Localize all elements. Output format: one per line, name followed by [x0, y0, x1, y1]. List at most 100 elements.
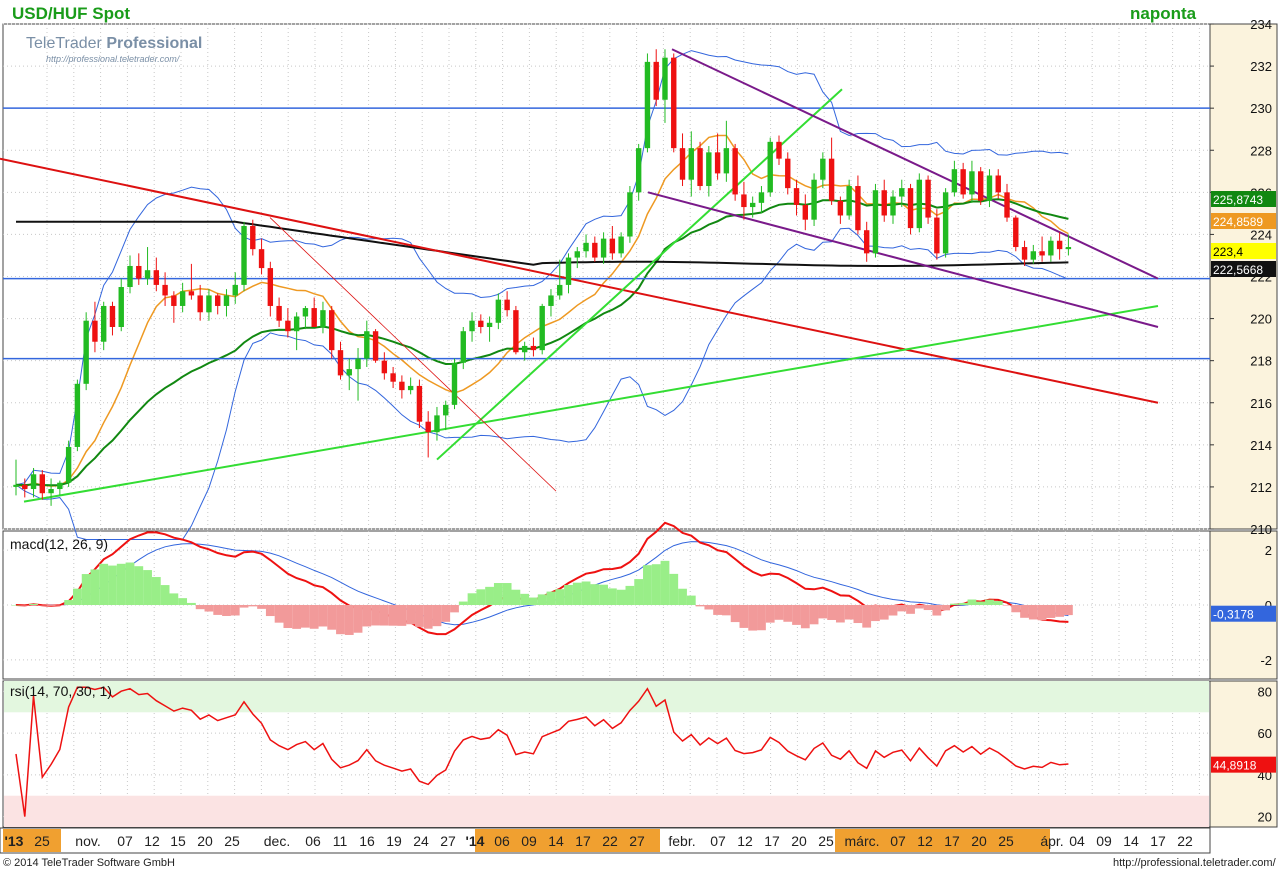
macd-hist-bar [397, 605, 407, 626]
candle-body [592, 242, 598, 258]
macd-value-label: -0,3178 [1213, 608, 1254, 622]
macd-hist-bar [949, 603, 959, 605]
macd-hist-bar [248, 605, 258, 607]
x-tick-label: 17 [764, 833, 780, 849]
macd-hist-bar [11, 605, 21, 606]
x-tick-label: 17 [944, 833, 960, 849]
macd-hist-bar [529, 597, 538, 605]
rsi-overbought-zone [4, 681, 1209, 713]
x-tick-label: 06 [305, 833, 321, 849]
candle-body [407, 385, 414, 391]
candle-body [136, 265, 142, 279]
candle-body [153, 270, 160, 285]
candle-body [732, 148, 738, 195]
candle-body [723, 148, 730, 174]
candle-body [179, 291, 186, 306]
macd-hist-bar [783, 605, 793, 622]
x-tick-label: '14 [466, 833, 485, 849]
candle-body [644, 61, 651, 149]
macd-hist-bar [151, 577, 161, 605]
macd-hist-bar [914, 605, 924, 609]
candle-body [776, 141, 782, 159]
candle-body [171, 295, 177, 306]
candle-body [749, 202, 756, 208]
price-tick-label: 224 [1250, 227, 1272, 242]
x-tick-label: 12 [917, 833, 933, 849]
macd-hist-bar [941, 605, 951, 611]
timeframe-label[interactable]: naponta [1130, 4, 1197, 23]
macd-hist-bar [897, 605, 907, 612]
candle-body [627, 192, 633, 237]
candle-body [293, 316, 300, 332]
macd-hist-bar [46, 605, 56, 606]
macd-hist-bar [143, 570, 152, 605]
candle-body [101, 305, 107, 342]
macd-hist-bar [809, 605, 819, 625]
price-label-sma-mid: 225,8743 [1213, 193, 1263, 207]
candle-body [346, 369, 352, 376]
candle-body [30, 474, 37, 490]
candle-body [758, 192, 765, 203]
macd-hist-bar [1064, 605, 1073, 616]
macd-hist-bar [169, 593, 179, 605]
macd-hist-bar [327, 605, 337, 630]
macd-hist-bar [1002, 605, 1012, 606]
macd-hist-bar [187, 602, 196, 605]
price-tick-label: 214 [1250, 438, 1272, 453]
candle-body [855, 186, 861, 231]
x-tick-label: 09 [1096, 833, 1112, 849]
macd-hist-bar [388, 605, 398, 626]
candle-body [872, 190, 879, 254]
candle-body [1056, 240, 1063, 250]
y-axis-strip-2 [1209, 680, 1278, 828]
rsi-tick-label: 20 [1258, 810, 1272, 825]
macd-hist-bar [669, 573, 679, 605]
macd-hist-bar [774, 605, 784, 620]
macd-hist-bar [379, 605, 389, 626]
candle-body [811, 179, 817, 220]
macd-hist-bar [116, 563, 126, 605]
x-tick-label: 12 [144, 833, 160, 849]
price-tick-label: 228 [1250, 143, 1272, 158]
macd-hist-bar [1046, 605, 1056, 618]
macd-hist-bar [318, 605, 328, 627]
macd-hist-bar [853, 605, 863, 624]
candle-body [969, 171, 975, 195]
x-tick-label: nov. [75, 833, 100, 849]
price-label-sma-long: 222,5668 [1213, 263, 1263, 277]
macd-hist-bar [739, 605, 749, 628]
candle-body [469, 320, 475, 332]
x-tick-label: 11 [333, 833, 348, 849]
candle-body [504, 299, 510, 311]
x-tick-label: 25 [998, 833, 1014, 849]
macd-hist-bar [265, 605, 275, 617]
macd-hist-bar [871, 605, 880, 622]
macd-hist-bar [862, 605, 872, 628]
candle-body [127, 265, 133, 288]
macd-hist-bar [555, 589, 565, 605]
candle-body [74, 383, 81, 447]
macd-hist-bar [572, 582, 582, 605]
macd-hist-bar [643, 565, 652, 605]
x-tick-label: 07 [890, 833, 906, 849]
macd-hist-bar [748, 605, 758, 631]
macd-tick-label: 2 [1265, 543, 1272, 558]
candle-body [162, 284, 168, 296]
macd-hist-bar [590, 584, 600, 605]
x-tick-label: 04 [1069, 833, 1085, 849]
candle-body [337, 350, 344, 376]
macd-hist-bar [888, 605, 898, 616]
macd-hist-bar [292, 605, 302, 629]
macd-hist-bar [81, 574, 91, 605]
price-tick-label: 216 [1250, 396, 1272, 411]
candle-body [381, 360, 388, 374]
footer-url[interactable]: http://professional.teletrader.com/ [1113, 857, 1277, 869]
candle-body [863, 230, 870, 254]
macd-hist-bar [485, 586, 494, 605]
chart-canvas: 2342322302282262242222202182162142122102… [0, 4, 1278, 869]
macd-hist-bar [353, 605, 363, 633]
macd-hist-bar [213, 605, 223, 615]
rsi-tick-label: 60 [1258, 726, 1272, 741]
logo-main: TeleTrader [26, 35, 103, 52]
x-tick-label: márc. [845, 833, 880, 849]
